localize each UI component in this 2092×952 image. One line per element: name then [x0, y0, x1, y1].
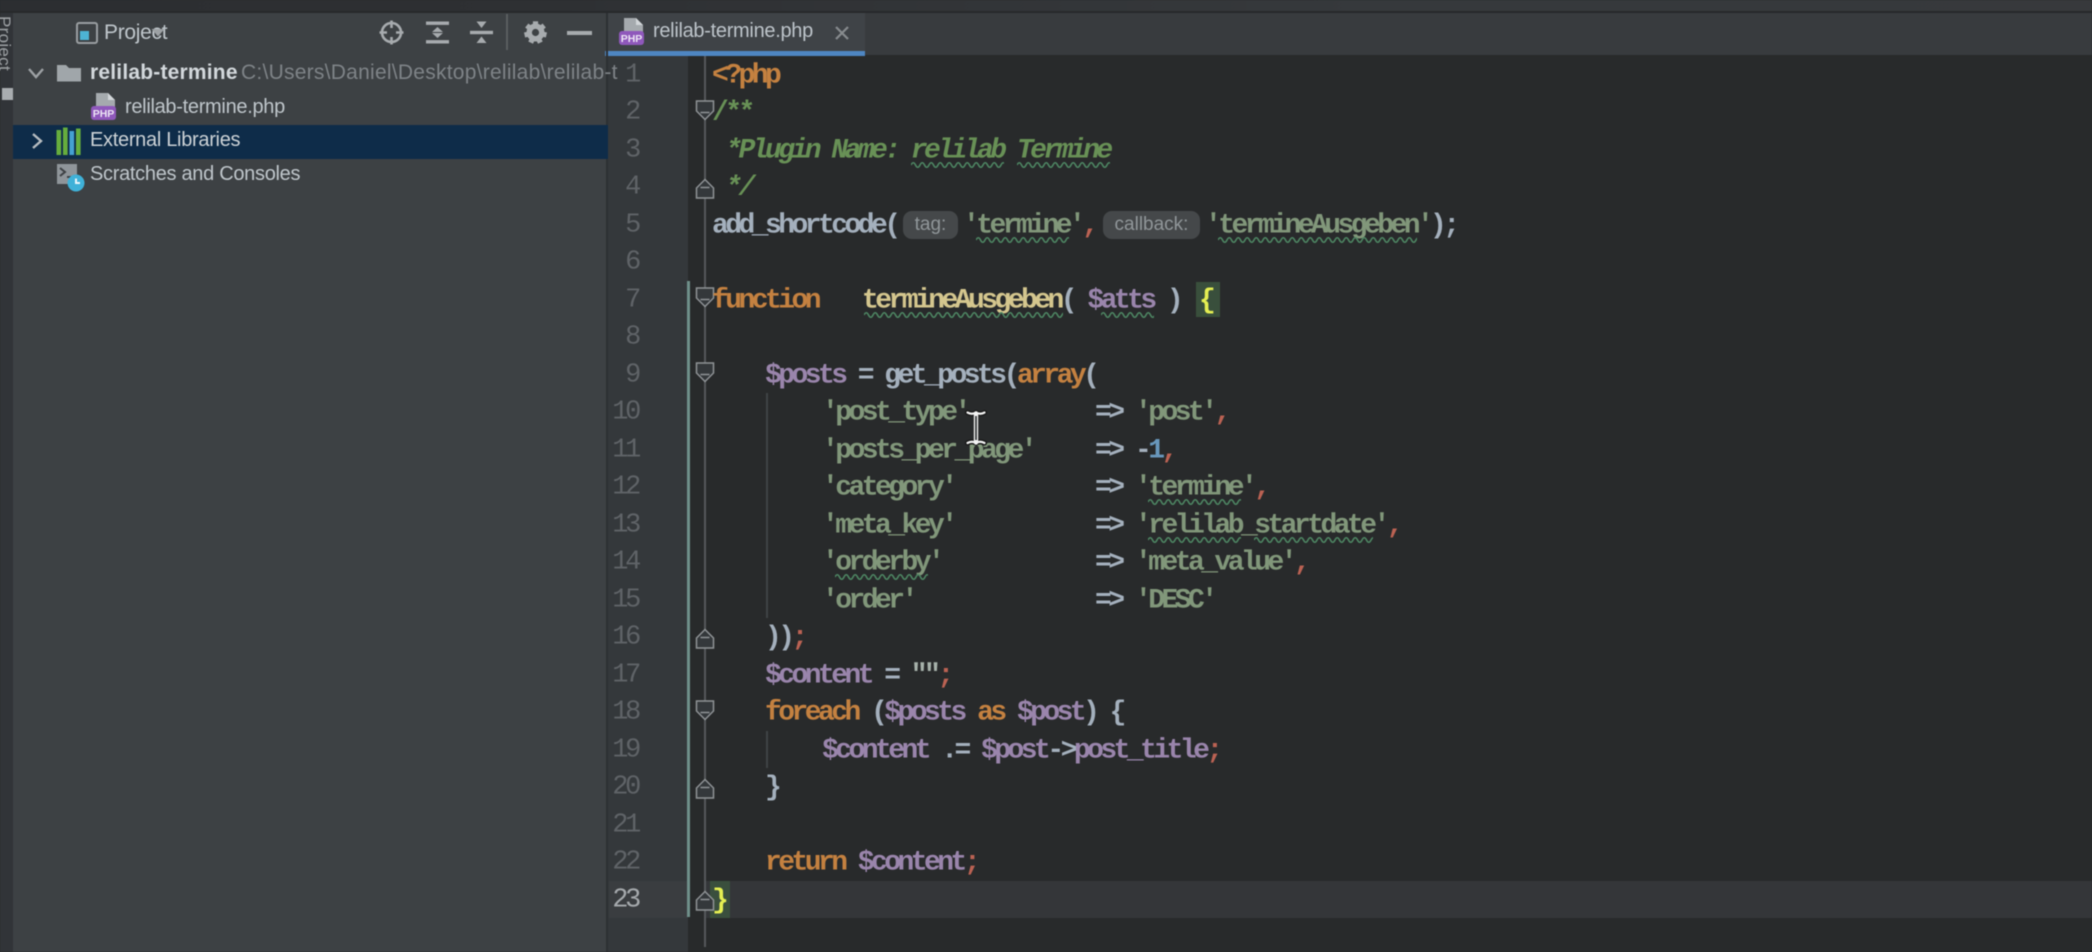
svg-text:PHP: PHP [93, 108, 115, 120]
svg-text:PHP: PHP [621, 33, 643, 45]
